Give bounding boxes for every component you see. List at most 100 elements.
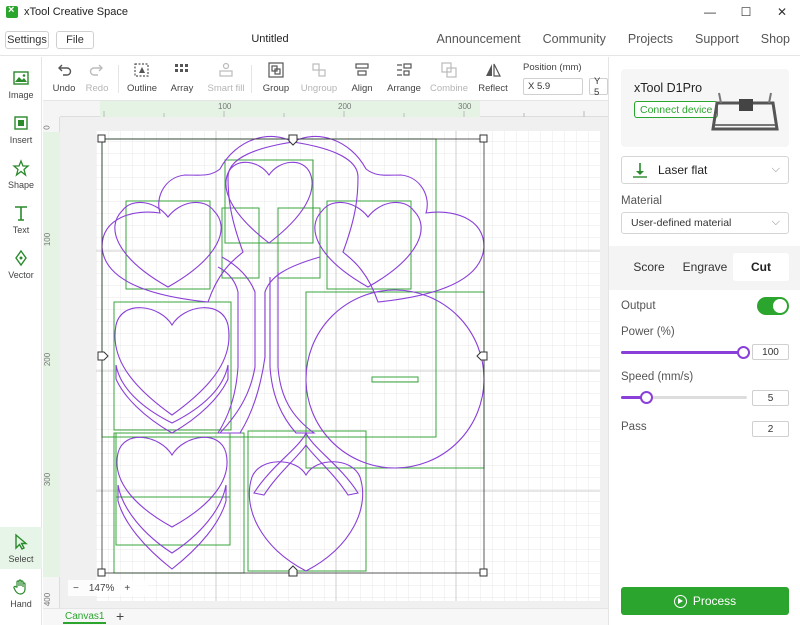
power-input[interactable]: 100	[752, 344, 789, 360]
arrange-label: Arrange	[387, 83, 421, 94]
arrange-icon	[397, 63, 412, 76]
settings-button[interactable]: Settings	[5, 31, 49, 49]
toolbar-divider	[118, 65, 119, 93]
power-slider-fill	[621, 351, 743, 354]
material-select[interactable]: User-defined material ⌵	[621, 212, 789, 234]
select-tool-label: Select	[8, 554, 34, 564]
device-name: xTool D1Pro	[634, 81, 703, 95]
combine-icon	[441, 62, 457, 78]
reflect-label: Reflect	[478, 83, 508, 94]
ruler-left-label: 100	[43, 232, 53, 247]
add-canvas-button[interactable]: +	[116, 608, 124, 624]
maximize-icon[interactable]: ☐	[728, 0, 764, 24]
align-label: Align	[351, 83, 373, 94]
array-label: Array	[170, 83, 194, 94]
tab-engrave[interactable]: Engrave	[677, 253, 733, 281]
ruler-left-label: 200	[43, 352, 53, 367]
laser-machine-icon	[711, 92, 779, 131]
position-x-input[interactable]: X 5.9	[523, 78, 583, 95]
minimize-icon[interactable]: —	[692, 0, 728, 24]
ruler-top-label: 100	[218, 102, 232, 111]
group-button[interactable]: Group	[257, 61, 295, 94]
tab-score[interactable]: Score	[621, 253, 677, 281]
material-value: User-defined material	[631, 217, 732, 229]
reflect-button[interactable]: Reflect	[474, 61, 512, 94]
zoom-in-button[interactable]: +	[124, 583, 130, 594]
vector-pen-icon	[15, 249, 27, 267]
app-title: xTool Creative Space	[24, 6, 128, 18]
hand-tool-label: Hand	[10, 599, 32, 609]
ruler-top-label: 300	[458, 102, 472, 111]
select-tool[interactable]: Select	[0, 527, 42, 569]
position-label: Position (mm)	[523, 62, 582, 73]
title-bar: xTool Creative Space — ☐ ✕	[0, 0, 800, 24]
insert-tool-label: Insert	[9, 135, 33, 145]
array-icon	[175, 64, 188, 72]
position-y-input[interactable]: Y 5	[589, 76, 608, 98]
outline-icon	[134, 63, 149, 77]
announcement-link[interactable]: Announcement	[437, 32, 521, 46]
image-tool-label: Image	[8, 90, 34, 100]
ruler-top-label: 200	[338, 102, 352, 111]
smart-fill-button[interactable]: Smart fill	[207, 61, 245, 94]
file-button[interactable]: File	[56, 31, 94, 49]
image-icon	[13, 71, 29, 85]
ruler-corner	[43, 101, 60, 117]
speed-slider[interactable]	[621, 391, 747, 404]
document-title: Untitled	[251, 33, 289, 45]
design-canvas[interactable]	[60, 117, 608, 608]
canvas-tab[interactable]: Canvas1	[63, 611, 107, 624]
processing-mode-select[interactable]: Laser flat ⌵	[621, 156, 789, 184]
redo-label: Redo	[85, 83, 109, 94]
hand-icon	[13, 579, 26, 595]
shape-icon	[12, 159, 30, 177]
combine-button[interactable]: Combine	[430, 61, 468, 94]
speed-input[interactable]: 5	[752, 390, 789, 406]
text-tool[interactable]: Text	[0, 198, 42, 240]
shop-link[interactable]: Shop	[761, 32, 790, 46]
projects-link[interactable]: Projects	[628, 32, 673, 46]
pass-input[interactable]: 2	[752, 421, 789, 437]
arrange-button[interactable]: Arrange	[385, 61, 423, 94]
smart-fill-icon	[219, 62, 233, 77]
outline-button[interactable]: Outline	[123, 61, 161, 94]
smart-fill-label: Smart fill	[207, 83, 245, 94]
laser-flat-icon	[633, 163, 647, 178]
vector-tool[interactable]: Vector	[0, 243, 42, 285]
close-icon[interactable]: ✕	[764, 0, 800, 24]
insert-tool[interactable]: Insert	[0, 108, 42, 150]
process-button[interactable]: Process	[621, 587, 789, 615]
undo-label: Undo	[52, 83, 76, 94]
power-slider-handle[interactable]	[737, 346, 750, 359]
toolbar-divider	[251, 65, 252, 93]
community-link[interactable]: Community	[543, 32, 606, 46]
top-links: Announcement Community Projects Support …	[415, 32, 790, 46]
zoom-control: − 147% +	[68, 580, 148, 596]
ungroup-button[interactable]: Ungroup	[300, 61, 338, 94]
speed-slider-handle[interactable]	[640, 391, 654, 404]
material-label: Material	[621, 195, 662, 207]
reflect-icon	[486, 63, 501, 77]
hand-tool[interactable]: Hand	[0, 572, 42, 614]
shape-tool[interactable]: Shape	[0, 153, 42, 195]
ruler-left-label: 0	[42, 125, 52, 130]
zoom-out-button[interactable]: −	[73, 583, 79, 594]
power-slider[interactable]	[621, 346, 750, 359]
output-toggle[interactable]	[757, 297, 789, 315]
group-label: Group	[262, 83, 290, 94]
vector-tool-label: Vector	[8, 270, 34, 280]
ruler-left-label: 400	[43, 592, 53, 607]
app-logo-icon	[6, 4, 18, 18]
align-button[interactable]: Align	[343, 61, 381, 94]
tab-cut[interactable]: Cut	[733, 253, 789, 281]
array-button[interactable]: Array	[163, 61, 201, 94]
align-icon	[355, 63, 369, 76]
connect-device-button[interactable]: Connect device	[634, 101, 719, 118]
canvas-tab-bar: Canvas1 +	[43, 608, 608, 625]
redo-button[interactable]: Redo	[78, 61, 116, 94]
shape-tool-label: Shape	[7, 180, 35, 190]
image-tool[interactable]: Image	[0, 63, 42, 105]
support-link[interactable]: Support	[695, 32, 739, 46]
pass-label: Pass	[621, 421, 647, 433]
chevron-down-icon: ⌵	[771, 163, 780, 175]
